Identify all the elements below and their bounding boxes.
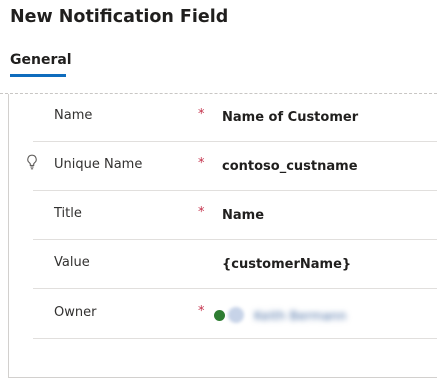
field-label-unique-name: Unique Name [54, 157, 143, 172]
row-divider [33, 288, 437, 289]
row-divider [33, 190, 437, 191]
row-divider [33, 239, 437, 240]
tab-general[interactable]: General [10, 52, 72, 68]
required-marker: * [198, 304, 205, 319]
field-value-name[interactable]: Name of Customer [222, 110, 358, 125]
tab-selected-indicator [10, 74, 66, 77]
owner-lookup-value[interactable]: Keith Bermann [214, 305, 374, 325]
form-section: Name * Name of Customer Unique Name * co… [8, 94, 437, 378]
field-row-unique-name: Unique Name * contoso_custname [27, 143, 437, 191]
row-divider [33, 338, 437, 339]
row-divider [33, 141, 437, 142]
user-avatar-icon [228, 307, 244, 323]
field-label-title: Title [54, 206, 82, 221]
required-marker: * [198, 107, 205, 122]
field-row-value: Value {customerName} [33, 241, 437, 289]
required-marker: * [198, 156, 205, 171]
field-row-owner: Owner * Keith Bermann [33, 291, 437, 339]
required-marker: * [198, 205, 205, 220]
field-value-unique-name[interactable]: contoso_custname [222, 159, 358, 174]
field-label-value: Value [54, 255, 90, 270]
field-row-name: Name * Name of Customer [33, 94, 437, 142]
field-value-value[interactable]: {customerName} [222, 257, 351, 272]
field-label-owner: Owner [54, 305, 97, 320]
owner-name-link[interactable]: Keith Bermann [254, 308, 346, 323]
page-title: New Notification Field [10, 7, 229, 27]
field-value-title[interactable]: Name [222, 208, 264, 223]
presence-dot-icon [214, 310, 225, 321]
lightbulb-icon [26, 154, 38, 170]
field-label-name: Name [54, 108, 93, 123]
field-row-title: Title * Name [33, 192, 437, 240]
